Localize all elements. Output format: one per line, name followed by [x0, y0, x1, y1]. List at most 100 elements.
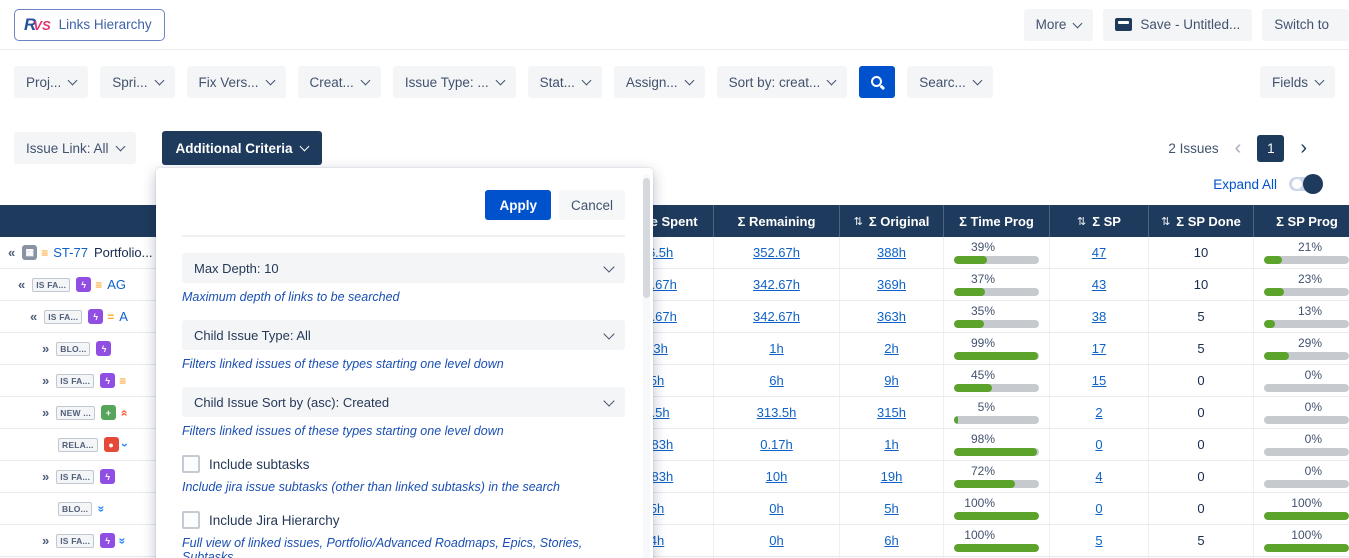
expand-collapse-chevron[interactable]: » — [42, 533, 49, 548]
search-button[interactable] — [859, 66, 896, 98]
sum-original-link[interactable]: 6h — [884, 533, 898, 548]
previous-page-chevron-icon[interactable]: ‹ — [1235, 138, 1242, 158]
criteria-select[interactable]: Child Issue Sort by (asc): Created — [182, 387, 625, 417]
sum-remaining-link[interactable]: 352.67h — [753, 245, 800, 260]
filter-dropdown[interactable]: Issue Type: ... — [392, 66, 516, 98]
sum-sp-link[interactable]: 15 — [1092, 373, 1106, 388]
search-menu-dropdown[interactable]: Searc... — [907, 66, 993, 98]
sum-sp-done-value: 5 — [1197, 341, 1205, 356]
time-progress-bar-fill — [954, 288, 986, 297]
sort-icon[interactable]: ⇅ — [854, 215, 863, 228]
sum-original-link[interactable]: 2h — [884, 341, 898, 356]
sum-remaining-link[interactable]: 342.67h — [753, 309, 800, 324]
checkbox[interactable] — [182, 455, 200, 473]
column-header[interactable]: Σ SP Prog — [1253, 205, 1349, 237]
sum-remaining-link[interactable]: 0.17h — [760, 437, 793, 452]
filter-dropdown[interactable]: Stat... — [527, 66, 602, 98]
current-page-button[interactable]: 1 — [1257, 134, 1285, 162]
column-header[interactable]: ⇅ Σ SP — [1049, 205, 1148, 237]
issue-key-link[interactable]: AG — [107, 277, 126, 292]
save-button[interactable]: Save - Untitled... — [1103, 8, 1253, 41]
sum-sp-link[interactable]: 0 — [1095, 437, 1102, 452]
issue-key-link[interactable]: ST-77 — [53, 245, 88, 260]
sum-remaining-link[interactable]: 6h — [769, 373, 783, 388]
sum-original-link[interactable]: 5h — [884, 501, 898, 516]
sum-remaining-link[interactable]: 0h — [769, 501, 783, 516]
filter-label: Spri... — [112, 74, 148, 90]
sum-sp-link[interactable]: 5 — [1095, 533, 1102, 548]
panel-scrollbar-thumb[interactable] — [643, 178, 650, 298]
original-cell: 2h — [839, 333, 943, 364]
time-progress-cell: 100% — [943, 493, 1049, 524]
issue-key-link[interactable]: A — [119, 309, 128, 324]
app-logo-button[interactable]: RVS Links Hierarchy — [14, 8, 165, 41]
fields-dropdown[interactable]: Fields — [1259, 66, 1335, 98]
cancel-button[interactable]: Cancel — [558, 190, 625, 220]
column-header[interactable]: ⇅ Σ Original — [839, 205, 943, 237]
expand-collapse-chevron[interactable]: » — [42, 469, 49, 484]
sum-sp-link[interactable]: 4 — [1095, 469, 1102, 484]
sum-remaining-link[interactable]: 0h — [769, 533, 783, 548]
sum-sp-link[interactable]: 0 — [1095, 501, 1102, 516]
more-button[interactable]: More — [1023, 8, 1094, 41]
epic-icon: ϟ — [96, 341, 112, 356]
sum-sp-link[interactable]: 17 — [1092, 341, 1106, 356]
column-header-label: Σ Original — [868, 213, 930, 229]
issue-link-dropdown[interactable]: Issue Link: All — [14, 132, 136, 164]
sp-progress-bar-fill — [1264, 544, 1349, 553]
apply-button[interactable]: Apply — [485, 190, 551, 220]
checkbox[interactable] — [182, 511, 200, 529]
time-progress-bar — [954, 256, 1039, 265]
sum-original-link[interactable]: 9h — [884, 373, 898, 388]
sum-sp-link[interactable]: 43 — [1092, 277, 1106, 292]
sum-remaining-link[interactable]: 10h — [766, 469, 788, 484]
sum-remaining-link[interactable]: 342.67h — [753, 277, 800, 292]
sum-remaining-link[interactable]: 1h — [769, 341, 783, 356]
sum-original-link[interactable]: 363h — [877, 309, 906, 324]
column-header[interactable]: Σ Time Prog — [943, 205, 1049, 237]
sp-progress-bar-fill — [1264, 352, 1289, 361]
filter-dropdown[interactable]: Creat... — [297, 66, 381, 98]
sum-sp-link[interactable]: 47 — [1092, 245, 1106, 260]
sort-icon[interactable]: ⇅ — [1077, 215, 1086, 228]
sum-original-link[interactable]: 369h — [877, 277, 906, 292]
priority-medium-icon: ≡ — [119, 373, 127, 388]
sum-sp-link[interactable]: 2 — [1095, 405, 1102, 420]
expand-collapse-chevron[interactable]: « — [18, 277, 25, 292]
additional-criteria-button[interactable]: Additional Criteria — [161, 131, 322, 165]
sp-done-cell: 10 — [1148, 269, 1253, 300]
sum-original-link[interactable]: 19h — [881, 469, 903, 484]
switch-to-button[interactable]: Switch to — [1262, 8, 1349, 41]
expand-collapse-chevron[interactable]: » — [42, 341, 49, 356]
column-header[interactable]: ⇅ Σ SP Done — [1148, 205, 1253, 237]
additional-criteria-label: Additional Criteria — [175, 140, 293, 156]
original-cell: 388h — [839, 237, 943, 268]
criteria-select[interactable]: Max Depth: 10 — [182, 253, 625, 283]
expand-collapse-chevron[interactable]: » — [42, 405, 49, 420]
expand-collapse-chevron[interactable]: » — [42, 373, 49, 388]
filter-dropdown[interactable]: Fix Vers... — [186, 66, 286, 98]
filter-dropdown[interactable]: Sort by: creat... — [716, 66, 848, 98]
chevron-down-icon — [360, 75, 371, 86]
filter-dropdown[interactable]: Spri... — [100, 66, 175, 98]
expand-toggle[interactable] — [1289, 174, 1323, 194]
sort-icon[interactable]: ⇅ — [1161, 215, 1170, 228]
expand-all-link[interactable]: Expand All — [1213, 177, 1277, 192]
sum-original-link[interactable]: 1h — [884, 437, 898, 452]
sum-original-link[interactable]: 388h — [877, 245, 906, 260]
priority-medium-icon: ≡ — [95, 277, 103, 292]
next-page-chevron-icon[interactable]: › — [1300, 138, 1307, 158]
time-progress-cell: 35% — [943, 301, 1049, 332]
criteria-select[interactable]: Child Issue Type: All — [182, 320, 625, 350]
expand-collapse-chevron[interactable]: « — [8, 245, 15, 260]
column-header[interactable]: Σ Remaining — [713, 205, 839, 237]
sum-original-link[interactable]: 315h — [877, 405, 906, 420]
sum-sp-link[interactable]: 38 — [1092, 309, 1106, 324]
sp-done-cell: 0 — [1148, 365, 1253, 396]
criteria-select-value: Child Issue Sort by (asc): Created — [194, 394, 390, 410]
sum-remaining-link[interactable]: 313.5h — [757, 405, 797, 420]
epic-icon: ϟ — [76, 277, 92, 292]
filter-dropdown[interactable]: Assign... — [613, 66, 705, 98]
filter-dropdown[interactable]: Proj... — [14, 66, 89, 98]
expand-collapse-chevron[interactable]: « — [30, 309, 37, 324]
